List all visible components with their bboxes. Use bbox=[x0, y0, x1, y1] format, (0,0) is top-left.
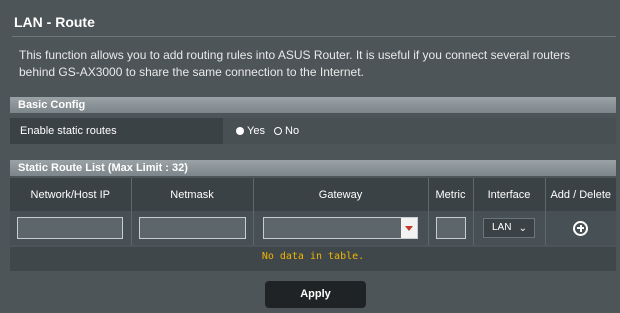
network-host-ip-input[interactable] bbox=[17, 217, 124, 239]
column-header: Metric bbox=[428, 178, 474, 211]
title-divider bbox=[12, 36, 616, 37]
gateway-select[interactable] bbox=[263, 217, 418, 239]
apply-button[interactable]: Apply bbox=[265, 281, 366, 308]
table-header-row: Network/Host IP Netmask Gateway Metric I… bbox=[10, 178, 616, 211]
add-route-icon[interactable] bbox=[573, 220, 589, 236]
column-header: Network/Host IP bbox=[10, 178, 132, 211]
radio-unselected-icon bbox=[274, 127, 283, 136]
chevron-down-icon: ⌄ bbox=[518, 223, 527, 234]
enable-static-routes-options: Yes No bbox=[236, 118, 299, 144]
enable-static-routes-row: Enable static routes Yes No bbox=[10, 118, 616, 144]
lan-route-panel: LAN - Route This function allows you to … bbox=[0, 0, 620, 313]
no-label: No bbox=[285, 125, 300, 137]
yes-radio[interactable]: Yes bbox=[236, 125, 265, 137]
no-radio[interactable]: No bbox=[274, 125, 299, 137]
empty-table-message: No data in table. bbox=[10, 247, 616, 271]
radio-selected-icon bbox=[236, 127, 244, 136]
table-input-row: LAN ⌄ bbox=[10, 211, 616, 245]
metric-input[interactable] bbox=[435, 217, 466, 239]
netmask-input[interactable] bbox=[138, 217, 246, 239]
page-description: This function allows you to add routing … bbox=[19, 48, 570, 79]
enable-static-routes-label: Enable static routes bbox=[10, 118, 223, 144]
yes-label: Yes bbox=[247, 125, 265, 137]
interface-value: LAN bbox=[492, 222, 512, 233]
basic-config-header: Basic Config bbox=[10, 97, 616, 113]
static-route-list-header: Static Route List (Max Limit : 32) bbox=[10, 160, 616, 176]
column-header: Interface bbox=[473, 178, 546, 211]
column-header: Add / Delete bbox=[545, 178, 616, 211]
dropdown-arrow-icon bbox=[405, 226, 413, 231]
column-header: Gateway bbox=[253, 178, 429, 211]
static-route-table: Network/Host IP Netmask Gateway Metric I… bbox=[10, 178, 616, 245]
gateway-dropdown-button[interactable] bbox=[401, 218, 417, 238]
column-header: Netmask bbox=[131, 178, 254, 211]
interface-select[interactable]: LAN ⌄ bbox=[483, 218, 535, 238]
page-title: LAN - Route bbox=[14, 14, 95, 30]
